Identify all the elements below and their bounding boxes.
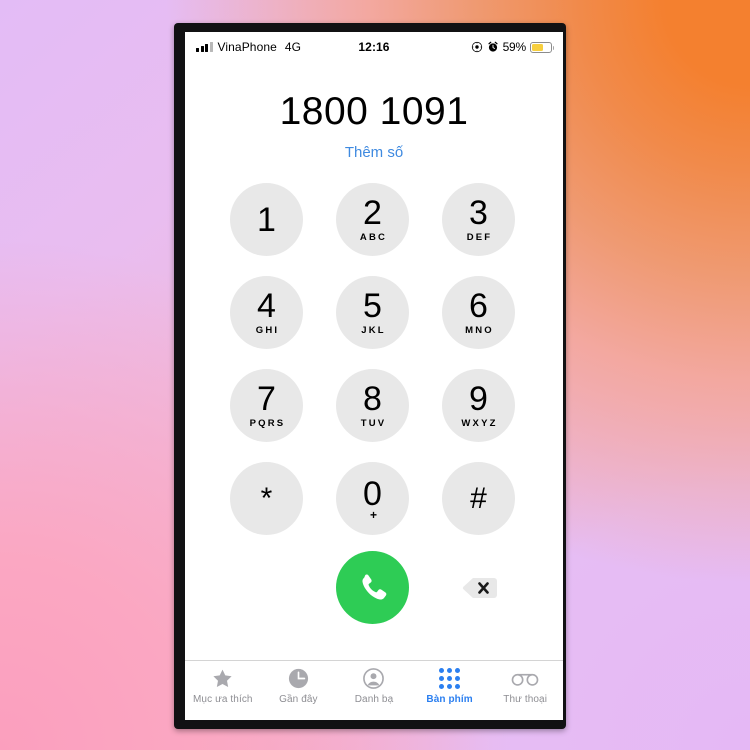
number-display-area: 1800 1091 Thêm số <box>185 60 563 161</box>
star-icon <box>211 666 234 691</box>
dialed-number[interactable]: 1800 1091 <box>185 92 563 131</box>
keypad-key-0[interactable]: 0 + <box>336 462 409 535</box>
keypad-key-digit: 1 <box>257 200 276 239</box>
clock-icon <box>287 666 310 691</box>
call-button[interactable] <box>336 551 409 624</box>
keypad-key-digit: 6 <box>469 286 488 325</box>
keypad-key-letters: ABC <box>359 231 388 243</box>
keypad-key-digit: 0 <box>363 474 382 513</box>
phone-handset-icon <box>361 574 386 600</box>
battery-low-power-icon <box>530 41 554 53</box>
tab-keypad-label: Bàn phím <box>426 694 473 705</box>
tab-recents[interactable]: Gần đây <box>261 666 337 705</box>
tab-voicemail[interactable]: Thư thoại <box>487 666 563 705</box>
keypad-key-digit: 7 <box>257 379 276 418</box>
keypad-key-1[interactable]: 1 <box>230 183 303 256</box>
keypad-key-letters: JKL <box>361 324 386 336</box>
phone-device-frame: VinaPhone 4G 12:16 59% 1800 1091 Thêm số… <box>174 23 566 729</box>
signal-bars-icon <box>196 42 213 52</box>
keypad-key-letters: TUV <box>360 417 387 429</box>
backspace-delete-icon <box>463 577 497 598</box>
tab-keypad[interactable]: Bàn phím <box>412 666 488 705</box>
status-bar-left: VinaPhone 4G <box>196 40 301 54</box>
tab-contacts[interactable]: Danh bạ <box>336 666 412 705</box>
alarm-clock-icon <box>487 41 498 52</box>
delete-button[interactable] <box>442 574 518 602</box>
add-number-link[interactable]: Thêm số <box>185 144 563 161</box>
keypad-key-8[interactable]: 8 TUV <box>336 369 409 442</box>
keypad-key-4[interactable]: 4 GHI <box>230 276 303 349</box>
tab-favorites-label: Mục ưa thích <box>193 694 253 705</box>
keypad-key-letters: MNO <box>465 324 494 336</box>
person-circle-icon <box>362 666 385 691</box>
location-arrow-icon <box>471 41 482 53</box>
keypad-key-7[interactable]: 7 PQRS <box>230 369 303 442</box>
keypad-key-letters: PQRS <box>249 417 286 429</box>
keypad-key-3[interactable]: 3 DEF <box>442 183 515 256</box>
phone-screen: VinaPhone 4G 12:16 59% 1800 1091 Thêm số… <box>185 32 563 720</box>
battery-percent-label: 59% <box>502 40 527 54</box>
keypad-key-digit: 8 <box>363 379 382 418</box>
keypad-key-digit: 2 <box>363 193 382 232</box>
network-type-label: 4G <box>284 40 301 54</box>
keypad-grid: 1 2 ABC 3 DEF 4 GHI 5 JKL 6 MNO 7 PQRS 8 TUV 9 WXYZ * 0 + # <box>185 183 563 535</box>
tab-bar: Mục ưa thích Gần đây Danh bạ Bàn phím Th… <box>185 660 563 720</box>
keypad-key-digit: 9 <box>469 379 488 418</box>
keypad-key-letters: GHI <box>255 324 280 336</box>
keypad-key-digit: 5 <box>363 286 382 325</box>
tab-favorites[interactable]: Mục ưa thích <box>185 666 261 705</box>
voicemail-icon <box>511 666 539 691</box>
keypad-key-5[interactable]: 5 JKL <box>336 276 409 349</box>
keypad-key-digit: * <box>260 481 273 515</box>
tab-voicemail-label: Thư thoại <box>503 694 548 705</box>
keypad-key-2[interactable]: 2 ABC <box>336 183 409 256</box>
call-action-row <box>185 551 563 624</box>
keypad-key-digit: 4 <box>257 286 276 325</box>
keypad-dots-icon <box>439 666 461 691</box>
tab-recents-label: Gần đây <box>279 694 318 705</box>
keypad-key-letters: + <box>369 507 377 522</box>
keypad-key-letters: WXYZ <box>461 417 498 429</box>
keypad-key-digit: # <box>470 481 487 515</box>
keypad-key-6[interactable]: 6 MNO <box>442 276 515 349</box>
keypad-key-digit: 3 <box>469 193 488 232</box>
keypad-key-9[interactable]: 9 WXYZ <box>442 369 515 442</box>
status-bar-right: 59% <box>471 40 554 54</box>
keypad-key-star[interactable]: * <box>230 462 303 535</box>
tab-contacts-label: Danh bạ <box>354 694 394 705</box>
keypad-key-letters: DEF <box>466 231 493 243</box>
carrier-label: VinaPhone <box>217 40 277 54</box>
status-bar: VinaPhone 4G 12:16 59% <box>185 32 563 60</box>
keypad-key-hash[interactable]: # <box>442 462 515 535</box>
